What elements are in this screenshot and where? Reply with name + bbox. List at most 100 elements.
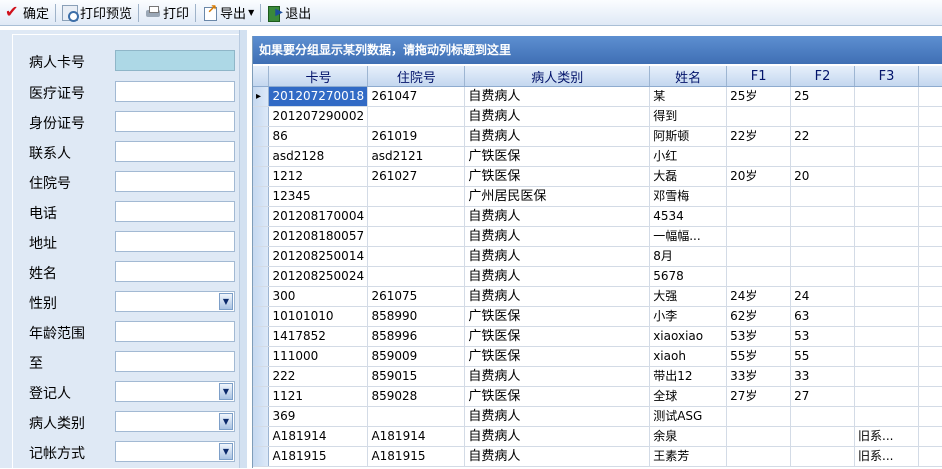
table-cell[interactable] [367,226,466,247]
table-cell[interactable]: 27岁 [726,386,792,407]
table-cell[interactable]: 261047 [367,86,466,107]
table-cell[interactable] [367,246,466,267]
table-cell[interactable]: 1212 [268,166,369,187]
filter-select[interactable]: ▼ [115,381,235,402]
table-cell[interactable]: 55 [790,346,856,367]
group-by-panel[interactable]: 如果要分组显示某列数据，请拖动列标题到这里 [253,36,942,64]
table-cell[interactable] [790,406,856,427]
table-cell[interactable] [854,106,919,127]
filter-input[interactable] [115,201,235,222]
table-cell[interactable]: 自费病人 [464,366,651,387]
table-cell[interactable]: 大磊 [649,166,728,187]
table-cell[interactable]: 53岁 [726,326,792,347]
table-row[interactable]: 111000 859009 广铁医保 xiaoh 55岁 55 [253,346,942,367]
exit-button[interactable]: 退出 [264,2,314,24]
chevron-down-icon[interactable]: ▼ [219,383,233,400]
table-cell[interactable]: 广铁医保 [464,166,651,187]
table-cell[interactable]: 24岁 [726,286,792,307]
table-cell[interactable] [854,166,919,187]
table-cell[interactable]: 小红 [649,146,728,167]
table-cell[interactable]: 8月 [649,246,728,267]
table-row[interactable]: 1417852 858996 广铁医保 xiaoxiao 53岁 53 [253,326,942,347]
row-indicator[interactable] [253,326,270,347]
filter-select[interactable]: ▼ [115,441,235,462]
table-cell[interactable]: 27 [790,386,856,407]
table-cell[interactable] [790,146,856,167]
table-cell[interactable]: 广铁医保 [464,326,651,347]
table-cell[interactable]: 自费病人 [464,206,651,227]
table-cell[interactable]: 859015 [367,366,466,387]
row-indicator[interactable] [253,426,270,447]
table-cell[interactable] [726,206,792,227]
table-cell[interactable]: 201207290002 [268,106,369,127]
table-cell[interactable]: 全球 [649,386,728,407]
column-header[interactable]: 姓名 [649,66,728,87]
table-cell[interactable] [726,226,792,247]
table-row[interactable]: asd2128 asd2121 广铁医保 小红 [253,146,942,167]
column-header[interactable]: F2 [790,66,856,87]
confirm-button[interactable]: 确定 [2,2,52,24]
table-cell[interactable]: 5678 [649,266,728,287]
row-indicator[interactable] [253,226,270,247]
column-header[interactable]: F1 [726,66,792,87]
row-indicator[interactable] [253,406,270,427]
filter-input[interactable] [115,351,235,372]
table-cell[interactable]: 12345 [268,186,369,207]
table-cell[interactable]: 369 [268,406,369,427]
table-cell[interactable] [854,346,919,367]
table-cell[interactable] [854,266,919,287]
row-indicator[interactable] [253,346,270,367]
row-indicator[interactable] [253,126,270,147]
table-cell[interactable]: 自费病人 [464,446,651,467]
table-cell[interactable]: 自费病人 [464,426,651,447]
table-cell[interactable]: asd2121 [367,146,466,167]
table-row[interactable]: 1121 859028 广铁医保 全球 27岁 27 [253,386,942,407]
table-row[interactable]: 201208250014 自费病人 8月 [253,246,942,267]
table-row[interactable]: 300 261075 自费病人 大强 24岁 24 [253,286,942,307]
column-header[interactable]: 住院号 [367,66,466,87]
table-cell[interactable] [854,226,919,247]
table-cell[interactable]: 测试ASG [649,406,728,427]
row-indicator[interactable] [253,146,270,167]
table-cell[interactable] [854,306,919,327]
table-cell[interactable]: 201208250024 [268,266,369,287]
table-row[interactable]: A181914 A181914 自费病人 余泉 旧系... [253,426,942,447]
panel-splitter[interactable] [239,30,247,468]
table-row[interactable]: 10101010 858990 广铁医保 小李 62岁 63 [253,306,942,327]
table-cell[interactable] [790,206,856,227]
table-cell[interactable]: 自费病人 [464,106,651,127]
table-cell[interactable]: 22岁 [726,126,792,147]
table-cell[interactable] [726,426,792,447]
table-cell[interactable]: 201208180057 [268,226,369,247]
row-indicator[interactable] [253,446,270,467]
row-indicator[interactable] [253,166,270,187]
table-cell[interactable]: 261019 [367,126,466,147]
table-cell[interactable]: 自费病人 [464,226,651,247]
table-cell[interactable]: 53 [790,326,856,347]
filter-select[interactable]: ▼ [115,291,235,312]
table-cell[interactable]: 22 [790,126,856,147]
table-cell[interactable]: 广铁医保 [464,306,651,327]
filter-input[interactable] [115,81,235,102]
table-cell[interactable]: asd2128 [268,146,369,167]
table-cell[interactable]: 自费病人 [464,126,651,147]
table-cell[interactable] [854,186,919,207]
table-cell[interactable] [726,266,792,287]
filter-input[interactable] [115,171,235,192]
table-cell[interactable]: A181915 [367,446,466,467]
table-cell[interactable]: 1121 [268,386,369,407]
table-cell[interactable] [790,246,856,267]
table-cell[interactable] [854,406,919,427]
column-header[interactable]: F3 [854,66,919,87]
table-cell[interactable] [854,386,919,407]
table-cell[interactable]: 201208250014 [268,246,369,267]
table-cell[interactable]: 55岁 [726,346,792,367]
print-preview-button[interactable]: 打印预览 [59,2,135,24]
table-cell[interactable]: 111000 [268,346,369,367]
filter-input[interactable] [115,111,235,132]
table-cell[interactable] [854,286,919,307]
chevron-down-icon[interactable]: ▼ [219,293,233,310]
table-cell[interactable]: 858990 [367,306,466,327]
table-cell[interactable] [790,446,856,467]
table-row[interactable]: 369 自费病人 测试ASG [253,406,942,427]
